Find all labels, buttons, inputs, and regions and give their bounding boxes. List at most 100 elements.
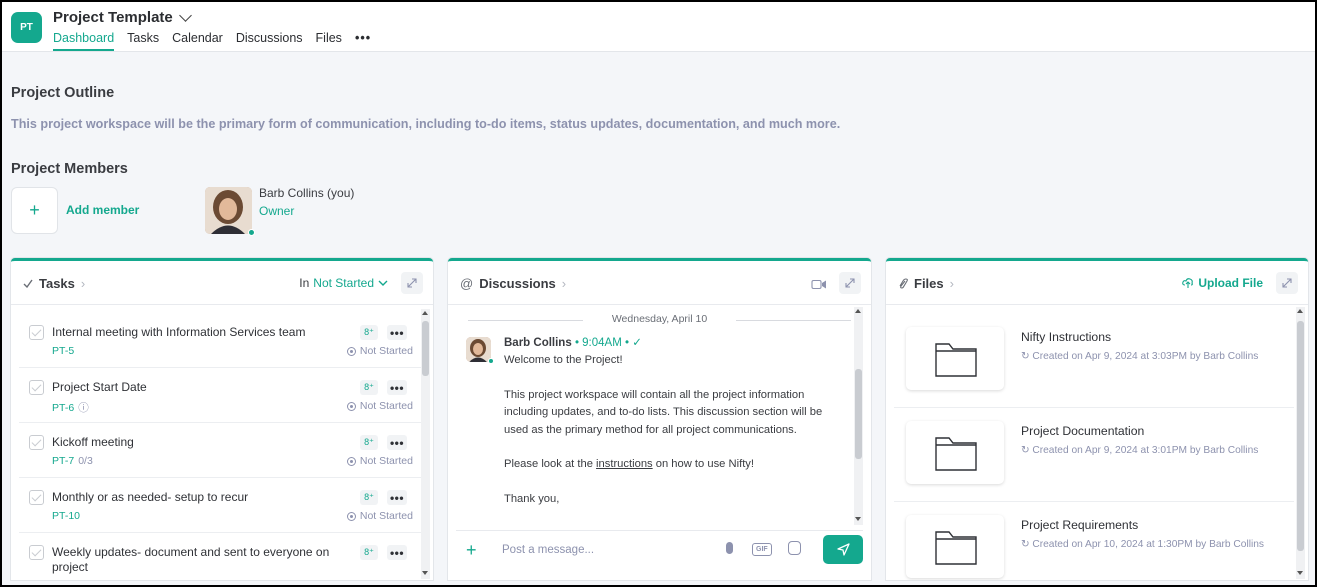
tasks-scrollbar[interactable] [421,309,430,579]
outline-description[interactable]: This project workspace will be the prima… [11,117,840,131]
expand-icon [1282,278,1292,288]
task-checkbox[interactable] [29,380,44,395]
discussions-title-label: Discussions [479,276,556,291]
task-checkbox[interactable] [29,545,44,560]
task-row[interactable]: Kickoff meeting PT-7 0/3 8⁺ ••• Not Start… [19,423,424,478]
scroll-down-icon[interactable] [1297,571,1303,575]
task-id[interactable]: PT-6 [52,402,74,414]
avatar[interactable] [466,337,491,362]
video-icon[interactable] [811,277,827,295]
files-scrollbar[interactable] [1296,307,1305,579]
discussion-scrollbar[interactable] [854,307,863,525]
file-row[interactable]: Project Documentation ↻ Created on Apr 9… [894,408,1294,502]
task-checkbox[interactable] [29,325,44,340]
task-checkbox[interactable] [29,490,44,505]
expand-tasks-button[interactable] [401,272,423,294]
scroll-down-icon[interactable] [422,571,428,575]
files-title-label: Files [914,276,944,291]
message-author-line: Barb Collins • 9:04AM • ✓ [504,335,642,349]
scroll-up-icon[interactable] [422,311,428,315]
add-member-button[interactable]: + [11,187,58,234]
scroll-thumb[interactable] [855,369,862,459]
task-status[interactable]: Not Started [346,345,413,357]
more-icon[interactable]: ••• [387,490,407,505]
file-row[interactable]: Nifty Instructions ↻ Created on Apr 9, 2… [894,314,1294,408]
instructions-link[interactable]: instructions [596,458,653,470]
task-id[interactable]: PT-5 [52,345,74,357]
task-name[interactable]: Kickoff meeting [52,435,352,450]
file-row[interactable]: Project Requirements ↻ Created on Apr 10… [894,502,1294,580]
task-name[interactable]: Monthly or as needed- setup to recur [52,490,352,505]
task-row[interactable]: Project Start Date PT-6 ⓘ 8⁺ ••• Not Star… [19,368,424,423]
message-composer: + Post a message... GIF [456,530,863,570]
task-status[interactable]: Not Started [346,400,413,412]
task-status-label: Not Started [359,510,413,522]
tasks-panel-header: Tasks › In Not Started [11,261,433,305]
task-checkbox[interactable] [29,435,44,450]
assign-user-icon[interactable]: 8⁺ [360,490,378,505]
plus-icon[interactable]: + [466,540,477,561]
chevron-right-icon: › [561,276,567,291]
file-name[interactable]: Project Documentation [1021,424,1144,438]
tab-tasks[interactable]: Tasks [127,31,159,51]
task-name[interactable]: Weekly updates- document and sent to eve… [52,545,352,575]
more-icon[interactable]: ••• [387,325,407,340]
gif-icon[interactable]: GIF [752,543,772,556]
assign-user-icon[interactable]: 8⁺ [360,435,378,450]
more-icon[interactable]: ••• [387,545,407,560]
task-row[interactable]: Weekly updates- document and sent to eve… [19,533,424,580]
scroll-up-icon[interactable] [855,309,861,313]
upload-file-button[interactable]: Upload File [1182,276,1263,290]
files-panel-title[interactable]: Files › [898,276,954,291]
scroll-thumb[interactable] [422,321,429,376]
expand-discussions-button[interactable] [839,272,861,294]
assign-user-icon[interactable]: 8⁺ [360,325,378,340]
task-status-label: Not Started [359,400,413,412]
scroll-down-icon[interactable] [855,517,861,521]
scroll-up-icon[interactable] [1297,309,1303,313]
tasks-panel-title[interactable]: Tasks › [23,276,85,291]
outline-title: Project Outline [11,85,115,101]
task-id[interactable]: PT-10 [52,510,80,522]
folder-icon [935,437,977,471]
file-meta: ↻ Created on Apr 9, 2024 at 3:01PM by Ba… [1021,443,1266,458]
tab-files[interactable]: Files [316,31,342,51]
file-name[interactable]: Project Requirements [1021,518,1138,532]
project-avatar[interactable]: PT [11,12,42,43]
sticker-icon[interactable] [788,541,801,555]
file-meta-text: Created on Apr 9, 2024 at 3:03PM by Barb… [1032,351,1259,362]
tab-discussions[interactable]: Discussions [236,31,303,51]
task-row[interactable]: Monthly or as needed- setup to recur PT-… [19,478,424,533]
task-name[interactable]: Project Start Date [52,380,352,395]
tab-calendar[interactable]: Calendar [172,31,223,51]
status-filter-dropdown[interactable]: In Not Started [299,276,388,290]
scroll-thumb[interactable] [1297,321,1304,551]
chevron-right-icon: › [80,276,86,291]
task-row[interactable]: Internal meeting with Information Servic… [19,313,424,368]
expand-files-button[interactable] [1276,272,1298,294]
message-author[interactable]: Barb Collins [504,337,572,349]
task-status[interactable]: Not Started [346,455,413,467]
more-icon[interactable]: ••• [387,435,407,450]
project-title-dropdown[interactable]: Project Template [53,9,192,26]
file-name[interactable]: Nifty Instructions [1021,330,1111,344]
task-id[interactable]: PT-7 [52,455,74,467]
folder-thumbnail[interactable] [906,515,1004,578]
avatar[interactable] [205,187,252,234]
assign-user-icon[interactable]: 8⁺ [360,380,378,395]
send-button[interactable] [823,535,863,564]
mic-icon[interactable] [726,542,733,554]
more-tabs-icon[interactable]: ••• [355,31,371,51]
task-name[interactable]: Internal meeting with Information Servic… [52,325,352,340]
check-icon [23,279,33,288]
folder-thumbnail[interactable] [906,327,1004,390]
add-member-link[interactable]: Add member [66,203,139,217]
discussions-panel-title[interactable]: @ Discussions › [460,276,566,291]
more-icon[interactable]: ••• [387,380,407,395]
task-status[interactable]: Not Started [346,510,413,522]
tab-dashboard[interactable]: Dashboard [53,31,115,51]
message-input[interactable]: Post a message... [502,544,594,556]
folder-thumbnail[interactable] [906,421,1004,484]
tasks-title-label: Tasks [39,276,75,291]
assign-user-icon[interactable]: 8⁺ [360,545,378,560]
